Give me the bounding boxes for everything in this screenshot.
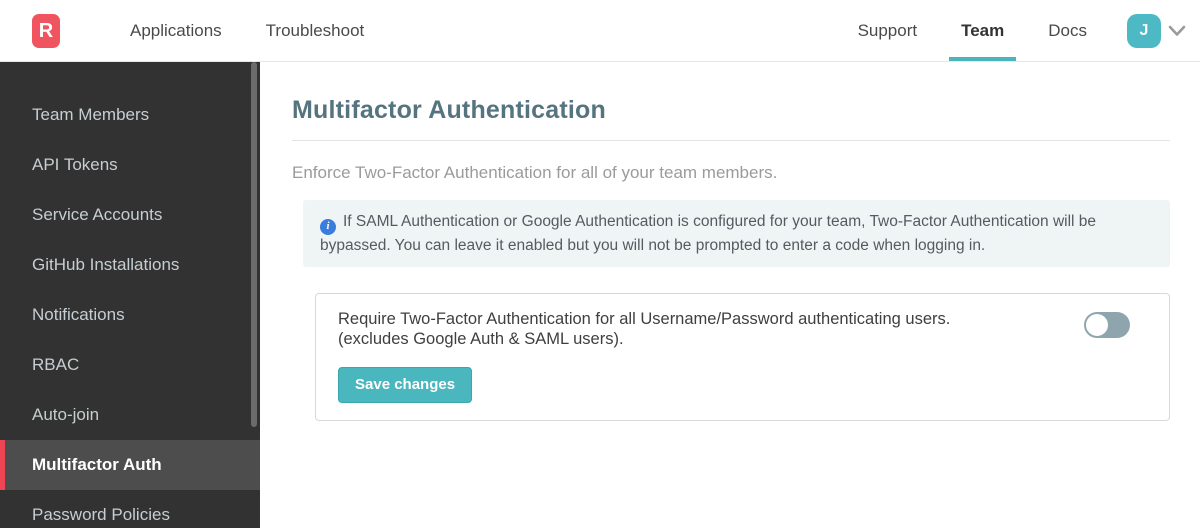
nav-docs[interactable]: Docs (1026, 0, 1109, 61)
sidebar-item-auto-join[interactable]: Auto-join (0, 390, 260, 440)
sidebar-item-service-accounts[interactable]: Service Accounts (0, 190, 260, 240)
nav-team-label: Team (961, 20, 1005, 40)
info-icon: i (320, 218, 336, 235)
title-divider (292, 140, 1170, 141)
page-title: Multifactor Authentication (292, 96, 606, 124)
saml-info-note: i If SAML Authentication or Google Authen… (303, 200, 1170, 267)
nav-troubleshoot[interactable]: Troubleshoot (244, 0, 387, 61)
sidebar-item-team-members[interactable]: Team Members (0, 90, 260, 140)
two-factor-setting-card: Require Two-Factor Authentication for al… (315, 292, 1170, 421)
secondary-nav: Support Team Docs J (836, 0, 1200, 61)
setting-row: Require Two-Factor Authentication for al… (338, 309, 1149, 349)
app-logo[interactable]: R (32, 14, 60, 48)
avatar-initial: J (1139, 21, 1149, 39)
sidebar-item-multifactor-auth[interactable]: Multifactor Auth (0, 440, 260, 490)
toggle-knob (1086, 313, 1108, 336)
top-nav: R Applications Troubleshoot Support Team… (0, 0, 1200, 62)
sidebar-item-password-policies[interactable]: Password Policies (0, 490, 260, 528)
avatar: J (1127, 13, 1161, 48)
chevron-down-icon (1168, 25, 1186, 37)
sidebar-item-rbac[interactable]: RBAC (0, 340, 260, 390)
setting-description: Require Two-Factor Authentication for al… (338, 309, 950, 349)
nav-applications[interactable]: Applications (108, 0, 244, 61)
sidebar-scrollbar[interactable] (251, 62, 257, 427)
setting-description-line2: (excludes Google Auth & SAML users). (338, 329, 624, 348)
main-content: Multifactor Authentication Enforce Two-F… (260, 62, 1200, 528)
primary-nav: Applications Troubleshoot (108, 0, 386, 61)
sidebar-item-github-installations[interactable]: GitHub Installations (0, 240, 260, 290)
saml-info-text: If SAML Authentication or Google Authent… (320, 213, 1097, 254)
active-tab-underline (949, 57, 1017, 61)
sidebar-item-api-tokens[interactable]: API Tokens (0, 140, 260, 190)
account-menu[interactable]: J (1127, 0, 1186, 61)
require-2fa-toggle[interactable] (1084, 311, 1130, 338)
page-subtitle: Enforce Two-Factor Authentication for al… (292, 163, 778, 182)
sidebar-item-notifications[interactable]: Notifications (0, 290, 260, 340)
app-logo-letter: R (38, 19, 54, 42)
setting-description-line1: Require Two-Factor Authentication for al… (338, 309, 951, 328)
nav-team[interactable]: Team (939, 0, 1026, 61)
save-changes-button[interactable]: Save changes (338, 366, 473, 403)
settings-sidebar: Team Members API Tokens Service Accounts… (0, 62, 260, 528)
nav-support[interactable]: Support (836, 0, 940, 61)
